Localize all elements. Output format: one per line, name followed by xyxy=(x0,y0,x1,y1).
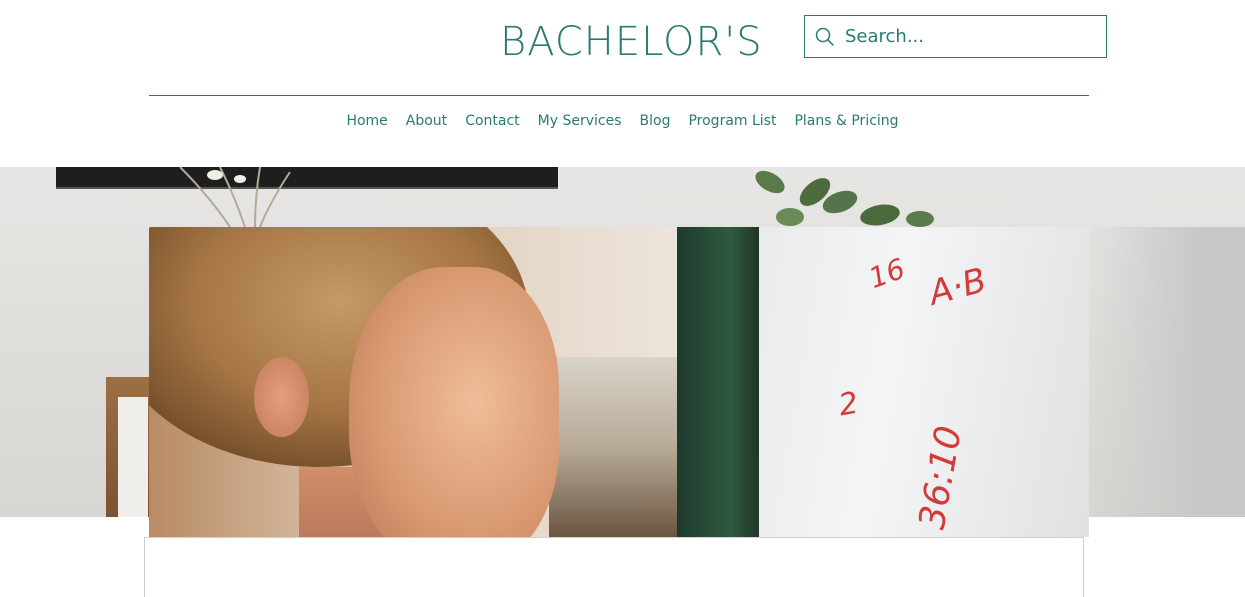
content-card xyxy=(144,537,1084,597)
nav-program-list[interactable]: Program List xyxy=(688,110,776,132)
photo-ear xyxy=(254,357,309,437)
hero-photo-student-at-whiteboard: A·B 16 2 36:10 xyxy=(149,227,1089,537)
nav-plans-pricing[interactable]: Plans & Pricing xyxy=(794,110,898,132)
search-bar[interactable] xyxy=(804,15,1107,58)
site-header: BACHELOR'S Home About Contact My Service… xyxy=(0,0,1245,167)
shelf-inner xyxy=(118,397,148,517)
nav-my-services[interactable]: My Services xyxy=(538,110,622,132)
nav-about[interactable]: About xyxy=(406,110,447,132)
photo-dark-frame xyxy=(677,227,767,537)
search-icon xyxy=(815,27,835,47)
wall-shadow xyxy=(1085,227,1245,517)
plant-leaves-decoration xyxy=(755,170,934,227)
nav-blog[interactable]: Blog xyxy=(640,110,671,132)
search-input[interactable] xyxy=(845,16,1100,57)
nav-home[interactable]: Home xyxy=(346,110,387,132)
main-nav: Home About Contact My Services Blog Prog… xyxy=(0,110,1245,132)
header-divider xyxy=(149,95,1089,96)
dried-flowers-decoration xyxy=(179,167,291,227)
nav-contact[interactable]: Contact xyxy=(465,110,519,132)
photo-books xyxy=(549,357,679,537)
photo-face xyxy=(349,267,559,537)
site-title[interactable]: BACHELOR'S xyxy=(500,18,763,66)
